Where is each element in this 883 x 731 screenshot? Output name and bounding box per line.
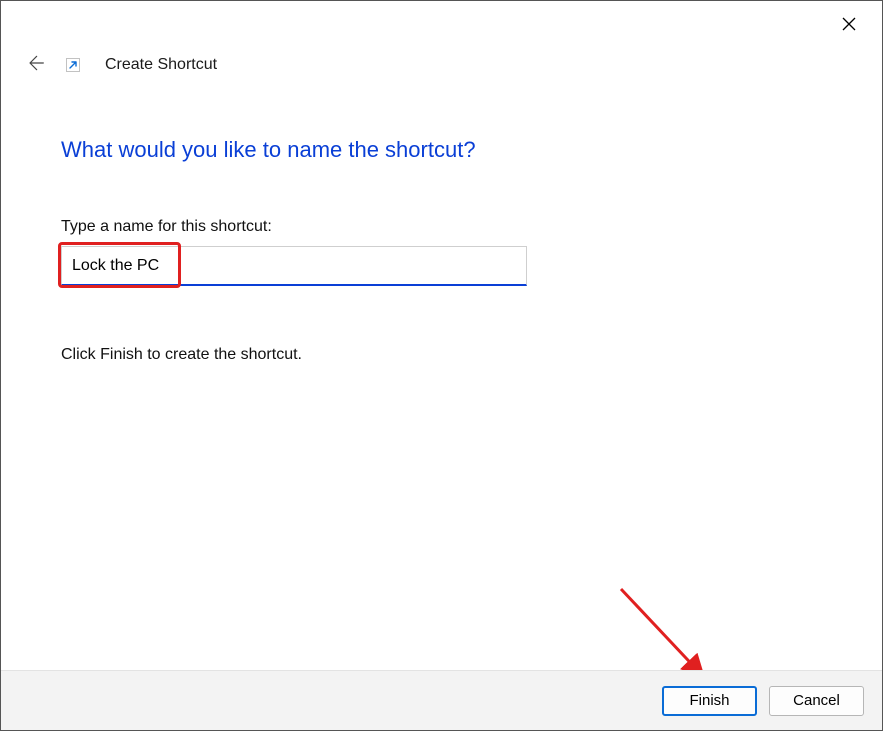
back-arrow-icon: [25, 53, 45, 78]
shortcut-overlay-icon: [65, 57, 81, 73]
finish-button[interactable]: Finish: [662, 686, 757, 716]
wizard-content: What would you like to name the shortcut…: [1, 77, 882, 364]
cancel-button[interactable]: Cancel: [769, 686, 864, 716]
back-button[interactable]: [23, 53, 47, 77]
name-label: Type a name for this shortcut:: [61, 218, 882, 236]
wizard-footer: Finish Cancel: [1, 670, 882, 730]
wizard-header: Create Shortcut: [1, 41, 882, 77]
title-bar: [1, 1, 882, 41]
page-heading: What would you like to name the shortcut…: [61, 137, 882, 163]
name-input-wrap: [61, 246, 527, 286]
finish-instruction: Click Finish to create the shortcut.: [61, 346, 882, 364]
shortcut-name-input[interactable]: [61, 246, 527, 286]
wizard-title: Create Shortcut: [105, 56, 217, 74]
close-button[interactable]: [834, 11, 864, 41]
close-icon: [841, 16, 857, 37]
